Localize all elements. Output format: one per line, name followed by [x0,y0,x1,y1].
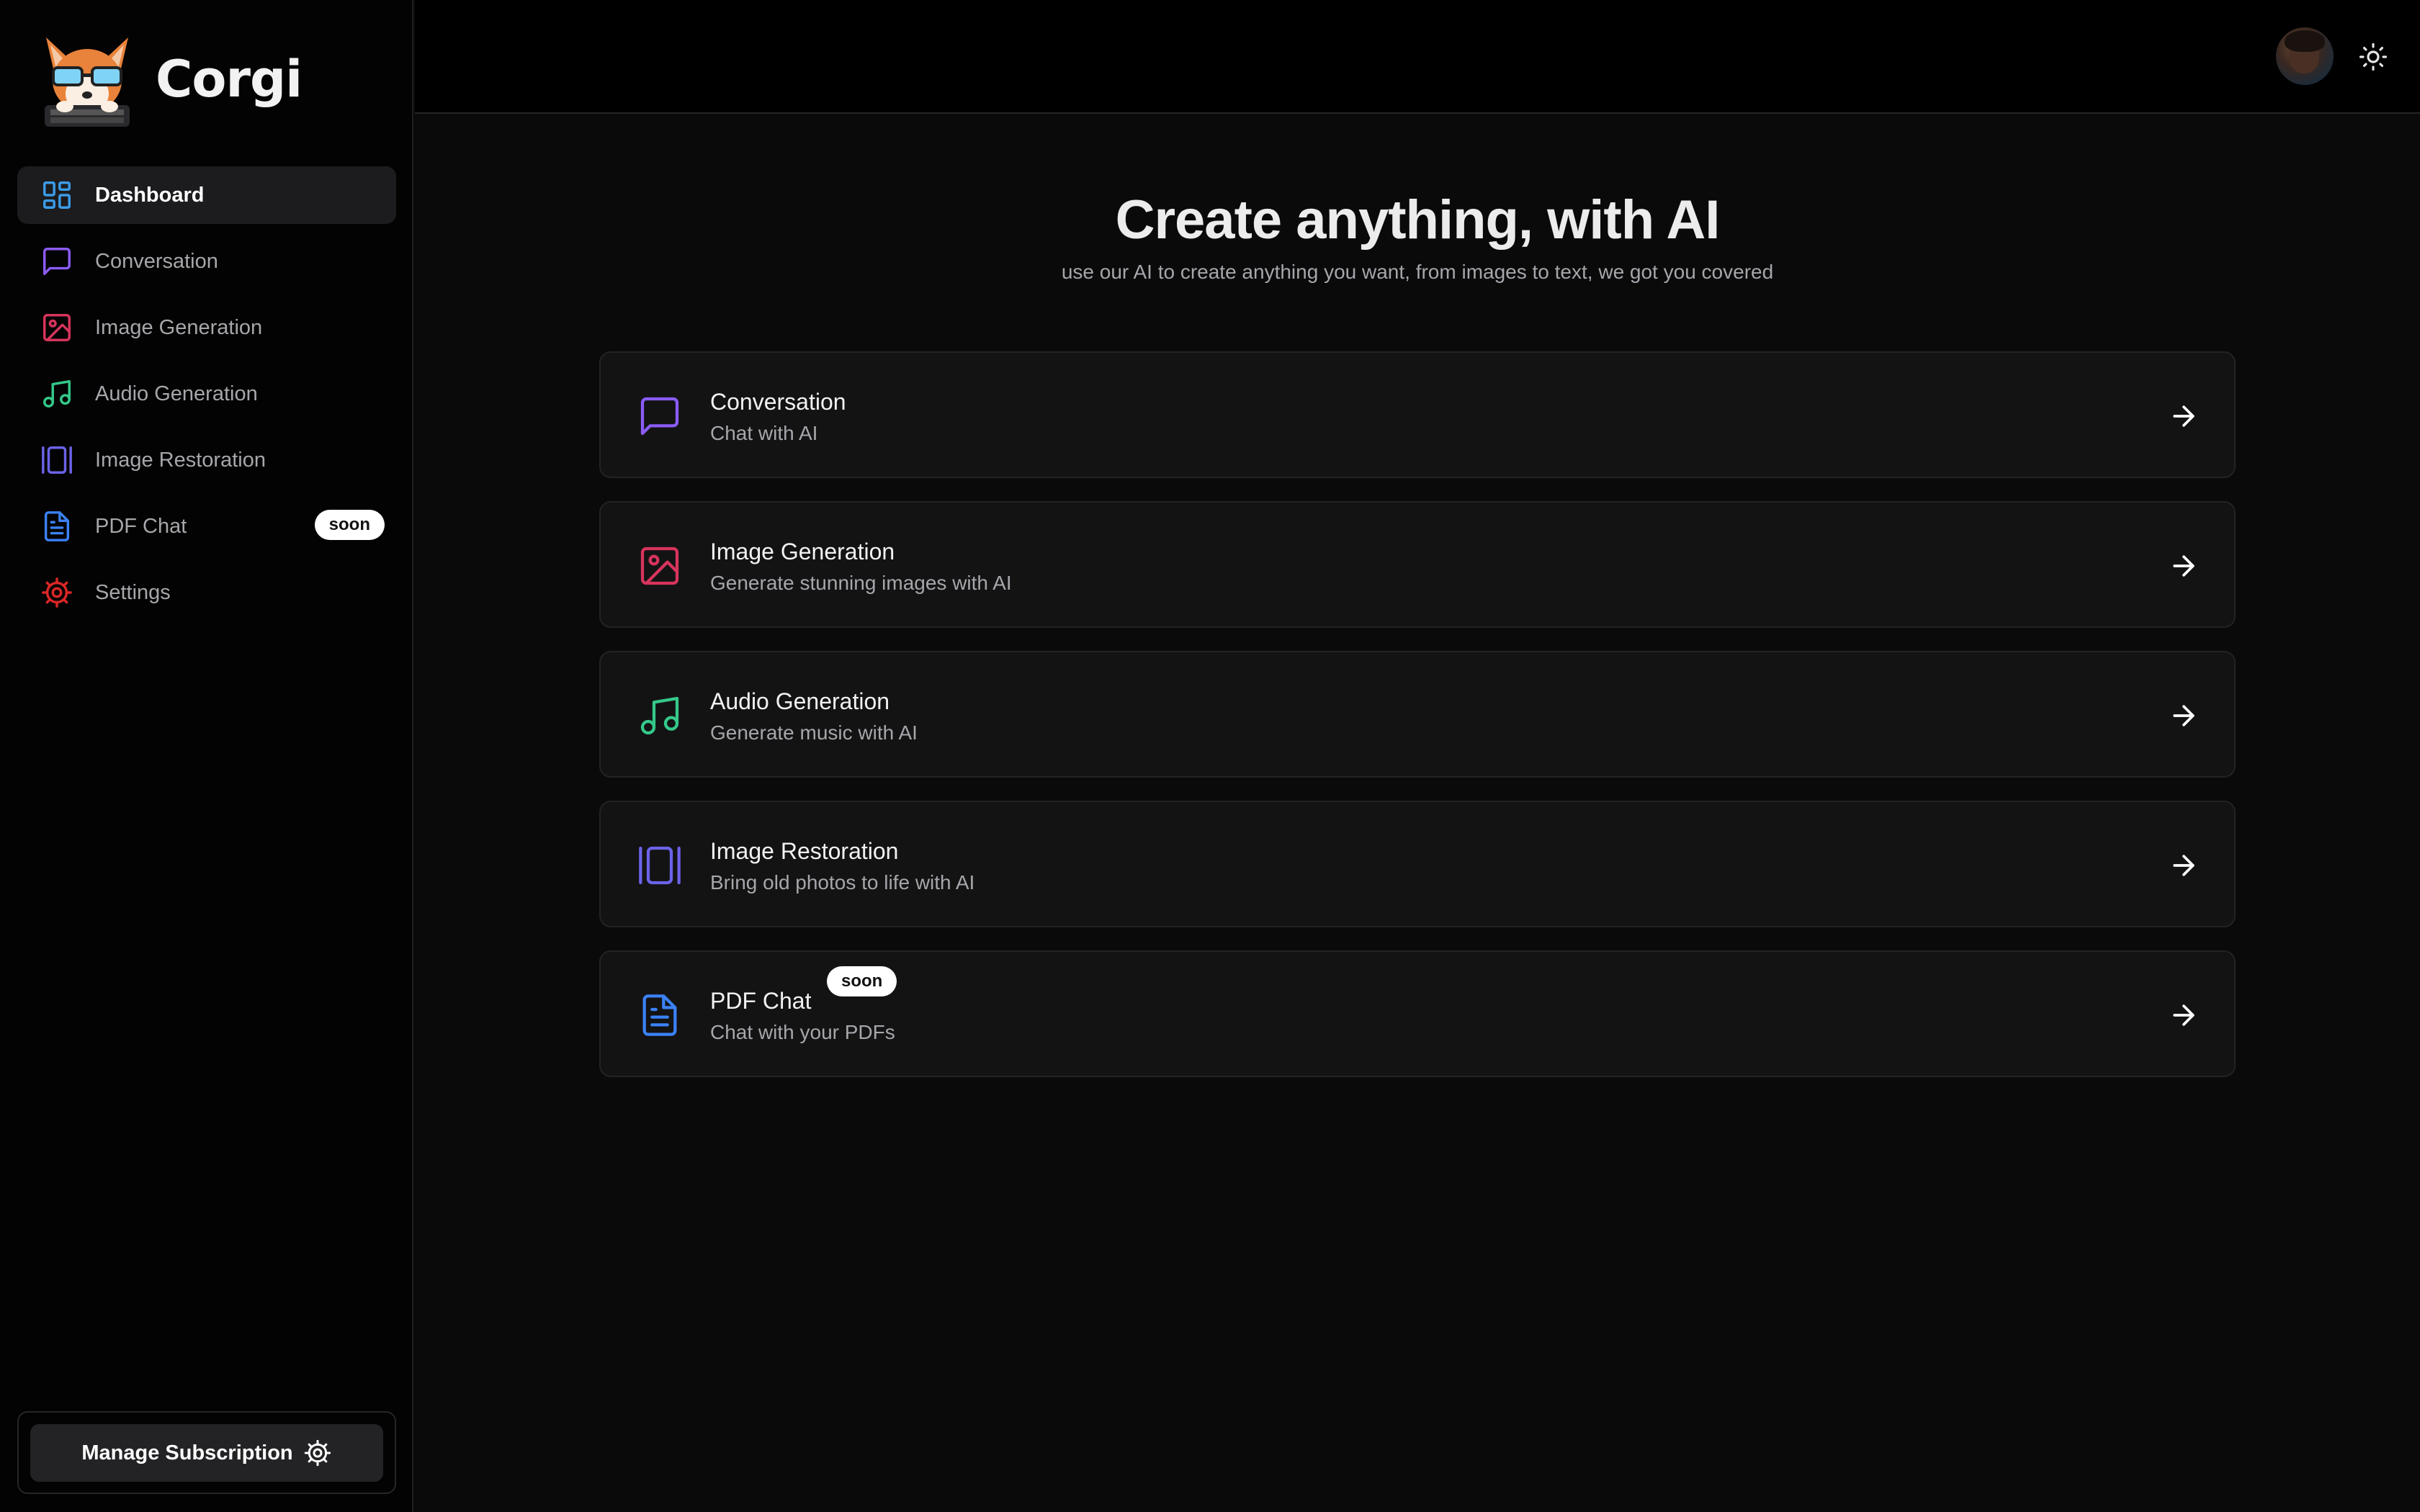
sidebar-item-conversation[interactable]: Conversation [17,233,396,290]
card-conversation[interactable]: Conversation Chat with AI [599,351,2236,478]
sidebar-item-image-restoration[interactable]: Image Restoration [17,431,396,489]
feature-cards: Conversation Chat with AI Image Generati… [599,351,2236,1100]
card-title: Conversation [710,389,846,415]
gallery-vertical-icon [40,444,73,477]
message-square-icon [40,245,73,278]
sidebar-item-settings[interactable]: Settings [17,564,396,621]
card-title: Audio Generation [710,688,890,714]
theme-toggle-button[interactable] [2358,42,2388,72]
sidebar-item-label: PDF Chat [95,514,187,538]
card-image-restoration[interactable]: Image Restoration Bring old photos to li… [599,801,2236,927]
page-subtitle: use our AI to create anything you want, … [1061,261,1774,283]
arrow-right-icon [2168,700,2200,732]
corgi-logo-icon [45,37,130,127]
sidebar-item-label: Image Restoration [95,448,266,472]
card-image-generation[interactable]: Image Generation Generate stunning image… [599,501,2236,628]
sidebar-item-dashboard[interactable]: Dashboard [17,166,396,224]
soon-badge: soon [827,966,897,996]
music-icon [637,693,683,739]
arrow-right-icon [2168,400,2200,432]
arrow-right-icon [2168,550,2200,582]
sidebar-item-label: Conversation [95,249,218,273]
dashboard-icon [40,179,73,212]
gear-icon [304,1439,331,1467]
gallery-vertical-icon [637,842,683,888]
card-title: PDF Chat [710,988,812,1014]
sidebar-item-label: Dashboard [95,183,205,207]
logo[interactable]: Corgi [39,30,302,128]
image-icon [637,543,683,589]
sidebar-item-label: Image Generation [95,315,263,339]
subscription-panel: Manage Subscription [17,1411,396,1494]
sidebar-item-label: Settings [95,580,171,604]
sidebar-item-audio-generation[interactable]: Audio Generation [17,365,396,423]
sidebar-item-label: Audio Generation [95,382,258,405]
card-title: Image Restoration [710,838,899,864]
card-description: Chat with AI [710,422,818,444]
gear-icon [40,576,73,609]
sun-icon [2359,42,2388,71]
manage-subscription-button[interactable]: Manage Subscription [30,1424,383,1482]
card-pdf-chat[interactable]: PDF Chat soon Chat with your PDFs [599,950,2236,1077]
card-description: Generate stunning images with AI [710,572,1012,594]
image-icon [40,311,73,344]
manage-subscription-label: Manage Subscription [81,1441,293,1464]
sidebar: Corgi Dashboard Conversation Image Gener… [0,0,413,1512]
sidebar-nav: Dashboard Conversation Image Generation [17,166,396,630]
music-icon [40,377,73,410]
page-title: Create anything, with AI [1115,189,1721,251]
arrow-right-icon [2168,999,2200,1031]
arrow-right-icon [2168,850,2200,881]
app-name: Corgi [156,50,302,109]
card-title: Image Generation [710,539,895,564]
sidebar-item-pdf-chat[interactable]: PDF Chat soon [17,498,396,555]
file-text-icon [637,992,683,1038]
file-text-icon [40,510,73,543]
card-description: Generate music with AI [710,721,918,744]
sidebar-item-image-generation[interactable]: Image Generation [17,299,396,356]
avatar-hair [2285,30,2325,52]
topbar [415,0,2420,114]
user-avatar[interactable] [2276,27,2334,85]
card-audio-generation[interactable]: Audio Generation Generate music with AI [599,651,2236,778]
soon-badge: soon [314,510,385,540]
card-description: Bring old photos to life with AI [710,871,975,894]
message-square-icon [637,393,683,439]
card-description: Chat with your PDFs [710,1021,895,1043]
